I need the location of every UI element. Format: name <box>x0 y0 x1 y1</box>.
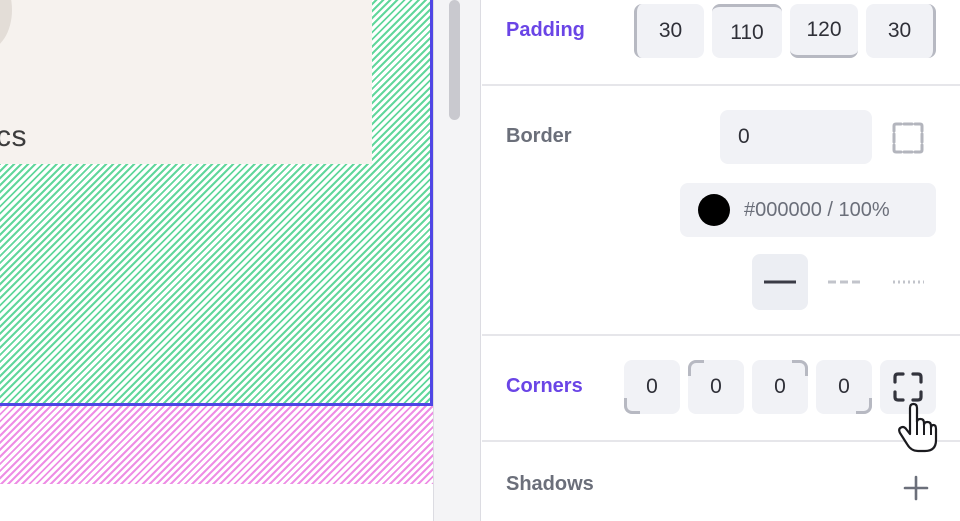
padding-bottom-input[interactable]: 120 <box>790 4 858 58</box>
border-color-field[interactable]: #000000 / 100% <box>680 183 936 237</box>
color-swatch[interactable] <box>698 194 730 226</box>
card-text[interactable]: cs <box>0 120 27 154</box>
hand-pointer-cursor-icon <box>896 402 938 454</box>
dotted-line-icon <box>893 280 924 284</box>
frame-margin-area <box>0 406 433 484</box>
corner-indicator <box>856 398 872 414</box>
shadows-label: Shadows <box>506 473 594 495</box>
corners-expand-icon <box>893 372 923 402</box>
corner-indicator <box>624 398 640 414</box>
section-divider <box>482 334 960 336</box>
solid-line-icon <box>764 280 796 284</box>
border-style-dashed-button[interactable] <box>816 254 872 310</box>
border-width-input[interactable]: 0 <box>720 110 872 164</box>
border-sides-icon[interactable] <box>886 118 930 158</box>
border-style-dotted-button[interactable] <box>880 254 936 310</box>
add-shadow-button[interactable] <box>900 472 932 504</box>
content-card[interactable]: cs <box>0 0 372 164</box>
border-color-value: #000000 / 100% <box>744 198 890 221</box>
padding-right-input[interactable]: 30 <box>866 4 936 58</box>
border-style-solid-button[interactable] <box>752 254 808 310</box>
dashed-line-icon <box>828 280 860 284</box>
section-divider <box>482 84 960 86</box>
border-label: Border <box>506 125 572 147</box>
plus-icon <box>903 475 929 501</box>
inspector-panel: Padding 30 110 120 30 Border 0 #000000 /… <box>482 0 960 521</box>
padding-left-input[interactable]: 30 <box>634 4 704 58</box>
corner-indicator <box>792 360 808 376</box>
padding-top-input[interactable]: 110 <box>712 4 782 58</box>
corners-label: Corners <box>506 375 583 397</box>
card-image-shape <box>0 0 12 50</box>
corner-indicator <box>688 360 704 376</box>
canvas-scrollbar-thumb[interactable] <box>449 0 460 120</box>
design-canvas[interactable]: cs <box>0 0 433 521</box>
section-divider <box>482 440 960 442</box>
padding-label: Padding <box>506 19 585 41</box>
